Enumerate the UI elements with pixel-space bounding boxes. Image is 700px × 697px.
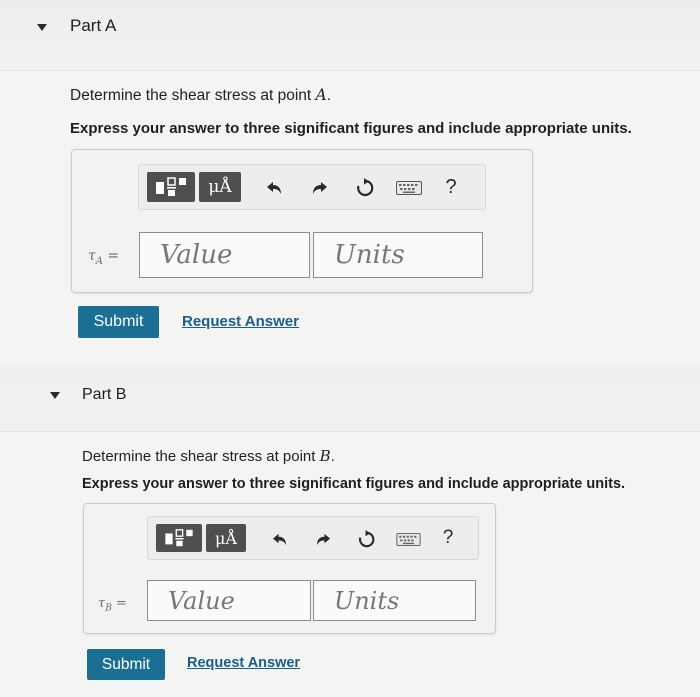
- lhs-subscript: B: [105, 603, 112, 614]
- part-b-answer-box: μÅ ? τB =: [83, 503, 496, 634]
- collapse-caret-icon[interactable]: [50, 392, 60, 399]
- templates-icon[interactable]: [156, 524, 202, 552]
- math-toolbar: μÅ ?: [138, 164, 486, 210]
- units-mu-angstrom-icon[interactable]: μÅ: [206, 524, 246, 552]
- keyboard-icon[interactable]: [394, 530, 422, 548]
- keyboard-icon[interactable]: [395, 179, 423, 197]
- part-a-question: Determine the shear stress at point A.: [70, 86, 331, 105]
- question-period: .: [330, 448, 335, 465]
- redo-icon[interactable]: [312, 528, 334, 550]
- collapse-caret-icon[interactable]: [37, 24, 47, 31]
- units-input[interactable]: [313, 580, 476, 621]
- undo-icon[interactable]: [263, 177, 285, 199]
- question-text: Determine the shear stress at point: [70, 87, 316, 104]
- value-input[interactable]: [139, 232, 310, 278]
- lhs-equals: =: [111, 596, 127, 611]
- lhs-equals: =: [102, 248, 120, 264]
- part-b-question: Determine the shear stress at point B.: [82, 447, 335, 465]
- units-mu-angstrom-icon[interactable]: μÅ: [199, 172, 241, 202]
- help-icon[interactable]: ?: [436, 526, 460, 550]
- lhs-label: τB =: [98, 596, 127, 614]
- request-answer-link[interactable]: Request Answer: [182, 313, 299, 330]
- redo-icon[interactable]: [309, 177, 331, 199]
- part-a-answer-box: μÅ ? τA =: [71, 149, 533, 293]
- value-input[interactable]: [147, 580, 311, 621]
- lhs-symbol: τ: [88, 248, 96, 264]
- undo-icon[interactable]: [268, 528, 290, 550]
- reset-icon[interactable]: [353, 176, 377, 200]
- submit-button[interactable]: Submit: [87, 649, 165, 680]
- question-text: Determine the shear stress at point: [82, 448, 320, 465]
- question-variable: B: [319, 447, 331, 465]
- help-icon[interactable]: ?: [439, 175, 463, 199]
- units-input[interactable]: [313, 232, 483, 278]
- lhs-label: τA =: [88, 248, 119, 267]
- part-a-title[interactable]: Part A: [70, 16, 116, 36]
- submit-button[interactable]: Submit: [78, 306, 159, 338]
- request-answer-link[interactable]: Request Answer: [187, 655, 300, 671]
- math-toolbar: μÅ ?: [147, 516, 479, 560]
- question-period: .: [326, 87, 332, 104]
- reset-icon[interactable]: [354, 527, 378, 551]
- part-b-instruction: Express your answer to three significant…: [82, 476, 626, 492]
- question-variable: A: [315, 86, 327, 104]
- lhs-subscript: A: [95, 255, 103, 267]
- part-b-title[interactable]: Part B: [82, 386, 126, 404]
- part-a-instruction: Express your answer to three significant…: [70, 120, 632, 137]
- templates-icon[interactable]: [147, 172, 195, 202]
